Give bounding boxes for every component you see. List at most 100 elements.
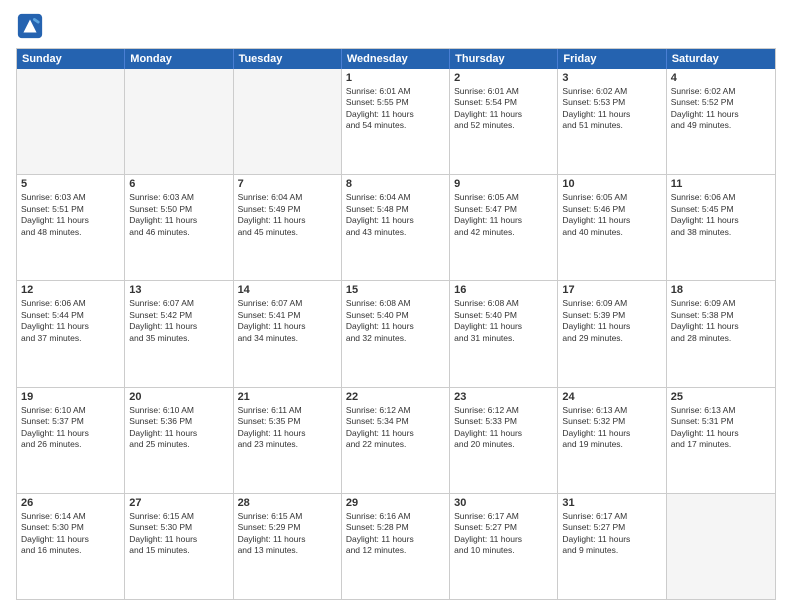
cell-info: Sunrise: 6:05 AM Sunset: 5:46 PM Dayligh…: [562, 192, 661, 238]
calendar-cell: [667, 494, 775, 599]
calendar-cell: 6 Sunrise: 6:03 AM Sunset: 5:50 PM Daylig…: [125, 175, 233, 280]
calendar-cell: 20 Sunrise: 6:10 AM Sunset: 5:36 PM Dayli…: [125, 388, 233, 493]
cell-info: Sunrise: 6:01 AM Sunset: 5:55 PM Dayligh…: [346, 86, 445, 132]
calendar-cell: 18 Sunrise: 6:09 AM Sunset: 5:38 PM Dayli…: [667, 281, 775, 386]
calendar-cell: 8 Sunrise: 6:04 AM Sunset: 5:48 PM Daylig…: [342, 175, 450, 280]
calendar-cell: 25 Sunrise: 6:13 AM Sunset: 5:31 PM Dayli…: [667, 388, 775, 493]
cell-info: Sunrise: 6:04 AM Sunset: 5:49 PM Dayligh…: [238, 192, 337, 238]
calendar-cell: 2 Sunrise: 6:01 AM Sunset: 5:54 PM Daylig…: [450, 69, 558, 174]
calendar-row: 1 Sunrise: 6:01 AM Sunset: 5:55 PM Daylig…: [17, 69, 775, 174]
calendar-body: 1 Sunrise: 6:01 AM Sunset: 5:55 PM Daylig…: [17, 69, 775, 599]
cell-info: Sunrise: 6:09 AM Sunset: 5:38 PM Dayligh…: [671, 298, 771, 344]
day-number: 2: [454, 72, 553, 84]
day-number: 24: [562, 391, 661, 403]
day-number: 19: [21, 391, 120, 403]
day-number: 8: [346, 178, 445, 190]
day-number: 11: [671, 178, 771, 190]
cell-info: Sunrise: 6:14 AM Sunset: 5:30 PM Dayligh…: [21, 511, 120, 557]
calendar-cell: [125, 69, 233, 174]
weekday-header: Sunday: [17, 49, 125, 69]
day-number: 1: [346, 72, 445, 84]
day-number: 9: [454, 178, 553, 190]
calendar-cell: 13 Sunrise: 6:07 AM Sunset: 5:42 PM Dayli…: [125, 281, 233, 386]
day-number: 5: [21, 178, 120, 190]
calendar-row: 19 Sunrise: 6:10 AM Sunset: 5:37 PM Dayli…: [17, 387, 775, 493]
cell-info: Sunrise: 6:17 AM Sunset: 5:27 PM Dayligh…: [562, 511, 661, 557]
day-number: 26: [21, 497, 120, 509]
cell-info: Sunrise: 6:16 AM Sunset: 5:28 PM Dayligh…: [346, 511, 445, 557]
calendar-cell: 5 Sunrise: 6:03 AM Sunset: 5:51 PM Daylig…: [17, 175, 125, 280]
cell-info: Sunrise: 6:01 AM Sunset: 5:54 PM Dayligh…: [454, 86, 553, 132]
calendar-cell: 30 Sunrise: 6:17 AM Sunset: 5:27 PM Dayli…: [450, 494, 558, 599]
calendar-cell: 27Sunrise: 6:15 AM Sunset: 5:30 PM Dayli…: [125, 494, 233, 599]
calendar-cell: 31 Sunrise: 6:17 AM Sunset: 5:27 PM Dayli…: [558, 494, 666, 599]
cell-info: Sunrise: 6:05 AM Sunset: 5:47 PM Dayligh…: [454, 192, 553, 238]
cell-info: Sunrise: 6:15 AM Sunset: 5:29 PM Dayligh…: [238, 511, 337, 557]
day-number: 28: [238, 497, 337, 509]
calendar-cell: 16 Sunrise: 6:08 AM Sunset: 5:40 PM Dayli…: [450, 281, 558, 386]
day-number: 15: [346, 284, 445, 296]
page: SundayMondayTuesdayWednesdayThursdayFrid…: [0, 0, 792, 612]
logo: [16, 12, 48, 40]
day-number: 25: [671, 391, 771, 403]
cell-info: Sunrise: 6:03 AM Sunset: 5:50 PM Dayligh…: [129, 192, 228, 238]
logo-icon: [16, 12, 44, 40]
calendar-cell: 10Sunrise: 6:05 AM Sunset: 5:46 PM Dayli…: [558, 175, 666, 280]
header: [16, 12, 776, 40]
calendar-cell: 23 Sunrise: 6:12 AM Sunset: 5:33 PM Dayli…: [450, 388, 558, 493]
cell-info: Sunrise: 6:08 AM Sunset: 5:40 PM Dayligh…: [346, 298, 445, 344]
day-number: 29: [346, 497, 445, 509]
calendar-cell: [234, 69, 342, 174]
calendar-cell: [17, 69, 125, 174]
calendar: SundayMondayTuesdayWednesdayThursdayFrid…: [16, 48, 776, 600]
cell-info: Sunrise: 6:07 AM Sunset: 5:42 PM Dayligh…: [129, 298, 228, 344]
day-number: 4: [671, 72, 771, 84]
weekday-header: Monday: [125, 49, 233, 69]
calendar-cell: 9 Sunrise: 6:05 AM Sunset: 5:47 PM Daylig…: [450, 175, 558, 280]
cell-info: Sunrise: 6:04 AM Sunset: 5:48 PM Dayligh…: [346, 192, 445, 238]
calendar-cell: 15 Sunrise: 6:08 AM Sunset: 5:40 PM Dayli…: [342, 281, 450, 386]
day-number: 16: [454, 284, 553, 296]
day-number: 31: [562, 497, 661, 509]
cell-info: Sunrise: 6:15 AM Sunset: 5:30 PM Dayligh…: [129, 511, 228, 557]
calendar-cell: 4Sunrise: 6:02 AM Sunset: 5:52 PM Daylig…: [667, 69, 775, 174]
cell-info: Sunrise: 6:08 AM Sunset: 5:40 PM Dayligh…: [454, 298, 553, 344]
calendar-cell: 26 Sunrise: 6:14 AM Sunset: 5:30 PM Dayli…: [17, 494, 125, 599]
cell-info: Sunrise: 6:07 AM Sunset: 5:41 PM Dayligh…: [238, 298, 337, 344]
calendar-cell: 14 Sunrise: 6:07 AM Sunset: 5:41 PM Dayli…: [234, 281, 342, 386]
calendar-row: 12Sunrise: 6:06 AM Sunset: 5:44 PM Dayli…: [17, 280, 775, 386]
cell-info: Sunrise: 6:06 AM Sunset: 5:44 PM Dayligh…: [21, 298, 120, 344]
calendar-cell: 21Sunrise: 6:11 AM Sunset: 5:35 PM Dayli…: [234, 388, 342, 493]
day-number: 3: [562, 72, 661, 84]
day-number: 20: [129, 391, 228, 403]
cell-info: Sunrise: 6:09 AM Sunset: 5:39 PM Dayligh…: [562, 298, 661, 344]
calendar-cell: 28 Sunrise: 6:15 AM Sunset: 5:29 PM Dayli…: [234, 494, 342, 599]
cell-info: Sunrise: 6:10 AM Sunset: 5:37 PM Dayligh…: [21, 405, 120, 451]
cell-info: Sunrise: 6:12 AM Sunset: 5:34 PM Dayligh…: [346, 405, 445, 451]
cell-info: Sunrise: 6:03 AM Sunset: 5:51 PM Dayligh…: [21, 192, 120, 238]
calendar-cell: 7 Sunrise: 6:04 AM Sunset: 5:49 PM Daylig…: [234, 175, 342, 280]
cell-info: Sunrise: 6:12 AM Sunset: 5:33 PM Dayligh…: [454, 405, 553, 451]
day-number: 7: [238, 178, 337, 190]
day-number: 23: [454, 391, 553, 403]
day-number: 22: [346, 391, 445, 403]
cell-info: Sunrise: 6:06 AM Sunset: 5:45 PM Dayligh…: [671, 192, 771, 238]
calendar-row: 5 Sunrise: 6:03 AM Sunset: 5:51 PM Daylig…: [17, 174, 775, 280]
day-number: 30: [454, 497, 553, 509]
cell-info: Sunrise: 6:13 AM Sunset: 5:31 PM Dayligh…: [671, 405, 771, 451]
weekday-header: Friday: [558, 49, 666, 69]
cell-info: Sunrise: 6:17 AM Sunset: 5:27 PM Dayligh…: [454, 511, 553, 557]
day-number: 21: [238, 391, 337, 403]
day-number: 17: [562, 284, 661, 296]
calendar-cell: 11 Sunrise: 6:06 AM Sunset: 5:45 PM Dayli…: [667, 175, 775, 280]
day-number: 14: [238, 284, 337, 296]
day-number: 13: [129, 284, 228, 296]
calendar-cell: 17 Sunrise: 6:09 AM Sunset: 5:39 PM Dayli…: [558, 281, 666, 386]
day-number: 6: [129, 178, 228, 190]
cell-info: Sunrise: 6:10 AM Sunset: 5:36 PM Dayligh…: [129, 405, 228, 451]
weekday-header: Thursday: [450, 49, 558, 69]
calendar-cell: 22 Sunrise: 6:12 AM Sunset: 5:34 PM Dayli…: [342, 388, 450, 493]
cell-info: Sunrise: 6:02 AM Sunset: 5:53 PM Dayligh…: [562, 86, 661, 132]
day-number: 18: [671, 284, 771, 296]
calendar-cell: 3 Sunrise: 6:02 AM Sunset: 5:53 PM Daylig…: [558, 69, 666, 174]
